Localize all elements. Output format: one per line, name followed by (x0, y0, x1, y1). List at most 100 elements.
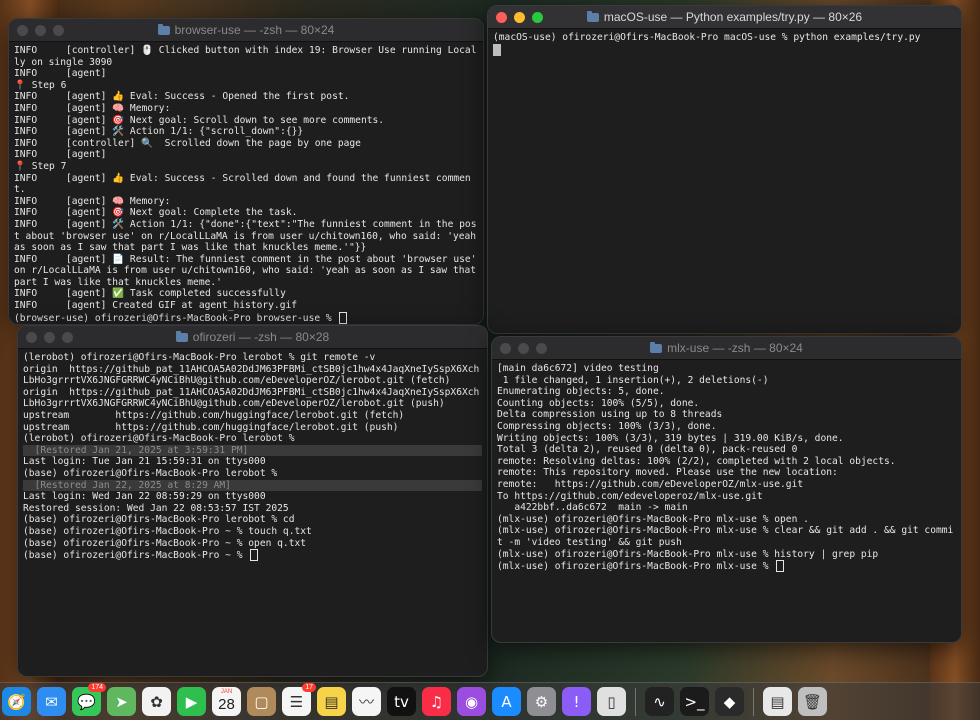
traffic-lights[interactable] (500, 343, 547, 354)
terminal-window-browser-use[interactable]: browser-use — -zsh — 80×24 INFO [control… (8, 18, 484, 325)
freeform-icon[interactable]: 〰 (352, 687, 381, 716)
document-icon[interactable]: ▤ (763, 687, 792, 716)
dock: 🧭 ✉ 💬 174 ➤ ✿ ▶ JAN 28 ▢ ☰ 17 ▤ 〰 tv ♫ ◉ A ⚙! ▯ ∿ >_ ◆ ▤ 🗑 (0, 682, 980, 720)
terminal-cursor-line[interactable] (493, 43, 956, 57)
close-button[interactable] (496, 12, 507, 23)
appstore-icon[interactable]: A (492, 687, 521, 716)
text-cursor (250, 549, 259, 562)
terminal-line: (macOS-use) ofirozeri@Ofirs-MacBook-Pro … (493, 32, 921, 43)
zoom-button[interactable] (532, 12, 543, 23)
restored-session-banner: [Restored Jan 22, 2025 at 8:29 AM] (23, 479, 482, 492)
terminal-prompt[interactable]: (base) ofirozeri@Ofirs-MacBook-Pro ~ % (23, 549, 482, 562)
terminal-output[interactable]: (macOS-use) ofirozeri@Ofirs-MacBook-Pro … (488, 29, 961, 59)
photos-icon[interactable]: ✿ (142, 687, 171, 716)
terminal-line: Restored session: Wed Jan 22 08:53:57 IS… (23, 502, 289, 514)
text-cursor (339, 311, 348, 324)
zoom-button[interactable] (62, 332, 73, 343)
feedback-icon[interactable]: ! (562, 687, 591, 716)
dock-glyph: ➤ (115, 692, 128, 711)
terminal-icon[interactable]: >_ (680, 687, 709, 716)
appletv-icon[interactable]: tv (387, 687, 416, 716)
terminal-line: To https://github.com/edeveloperoz/mlx-u… (497, 490, 763, 502)
dock-glyph: ✉ (45, 692, 58, 711)
close-button[interactable] (17, 25, 28, 36)
notification-badge: 174 (88, 683, 106, 692)
terminal-line: Last login: Wed Jan 22 08:59:29 on ttys0… (23, 491, 266, 503)
terminal-line: Enumerating objects: 5, done. (497, 386, 665, 398)
terminal-output[interactable]: INFO [controller] 🖱️ Clicked button with… (9, 42, 483, 324)
finder-app-icon[interactable]: ▢ (247, 687, 276, 716)
terminal-line: Compressing objects: 100% (3/3), done. (497, 420, 717, 432)
window-titlebar[interactable]: browser-use — -zsh — 80×24 (9, 19, 483, 42)
terminal-line: origin https://github_pat_11AHCOA5A02DdJ… (23, 363, 480, 387)
terminal-line: 1 file changed, 1 insertion(+), 2 deleti… (497, 374, 769, 386)
terminal-line: INFO [agent] 🎯 Next goal: Scroll down to… (14, 114, 385, 126)
terminal-line: (lerobot) ofirozeri@Ofirs-MacBook-Pro le… (23, 433, 295, 445)
dock-glyph: 〰 (358, 693, 374, 711)
terminal-line: INFO [agent] 🛠️ Action 1/1: {"scroll_dow… (14, 126, 304, 138)
terminal-output[interactable]: [main da6c672] video testing 1 file chan… (492, 360, 961, 576)
window-title: mlx-use — -zsh — 80×24 (650, 341, 803, 355)
dock-glyph: ♫ (429, 692, 444, 711)
window-titlebar[interactable]: ofirozeri — -zsh — 80×28 (18, 326, 487, 349)
terminal-line: (mlx-use) ofirozeri@Ofirs-MacBook-Pro ml… (497, 525, 954, 548)
prompt-text: (mlx-use) ofirozeri@Ofirs-MacBook-Pro ml… (497, 561, 775, 573)
reminders-icon[interactable]: ☰ 17 (282, 683, 316, 716)
terminal-line: upstream https://github.com/huggingface/… (23, 409, 405, 421)
minimize-button[interactable] (44, 332, 55, 343)
iphone-mirroring-icon[interactable]: ▯ (597, 687, 626, 716)
terminal-line: (base) ofirozeri@Ofirs-MacBook-Pro ~ % t… (23, 525, 312, 537)
terminal-line: Delta compression using up to 8 threads (497, 409, 723, 421)
window-titlebar[interactable]: macOS-use — Python examples/try.py — 80×… (488, 6, 961, 29)
terminal-prompt[interactable]: (browser-use) ofirozeri@Ofirs-MacBook-Pr… (14, 311, 478, 324)
mail-icon[interactable]: ✉ (37, 687, 66, 716)
close-button[interactable] (500, 343, 511, 354)
terminal-line: Total 3 (delta 2), reused 0 (delta 0), p… (497, 444, 798, 456)
traffic-lights[interactable] (496, 12, 543, 23)
dock-glyph: 💬 (77, 692, 96, 711)
facetime-icon[interactable]: ▶ (177, 687, 206, 716)
minimize-button[interactable] (35, 25, 46, 36)
folder-icon (157, 23, 170, 35)
safari-icon[interactable]: 🧭 (2, 687, 31, 716)
dock-glyph: 🗑 (802, 692, 823, 711)
terminal-window-macos-use[interactable]: macOS-use — Python examples/try.py — 80×… (487, 5, 962, 334)
trash-icon[interactable]: 🗑 (798, 687, 827, 716)
dock-glyph: ▤ (770, 692, 785, 711)
music-icon[interactable]: ♫ (422, 687, 451, 716)
traffic-lights[interactable] (26, 332, 73, 343)
dock-glyph: ☰ (289, 692, 304, 711)
minimize-button[interactable] (514, 12, 525, 23)
settings-icon[interactable]: ⚙ (527, 687, 556, 716)
activity-monitor-icon[interactable]: ∿ (645, 687, 674, 716)
zoom-button[interactable] (53, 25, 64, 36)
zoom-button[interactable] (536, 343, 547, 354)
dock-glyph: ▯ (607, 692, 616, 711)
notes-icon[interactable]: ▤ (317, 687, 346, 716)
terminal-line: remote: Resolving deltas: 100% (2/2), co… (497, 455, 896, 467)
calendar-icon[interactable]: JAN 28 (212, 687, 241, 716)
terminal-line: INFO [agent] 🧠 Memory: (14, 102, 171, 114)
terminal-line: INFO [agent] Created GIF at agent_histor… (14, 300, 298, 312)
terminal-line: INFO [agent] 🧠 Memory: (14, 195, 171, 207)
cursor-app-icon[interactable]: ◆ (715, 687, 744, 716)
terminal-line: Writing objects: 100% (3/3), 319 bytes |… (497, 432, 844, 444)
close-button[interactable] (26, 332, 37, 343)
calendar-day: 28 (218, 696, 235, 713)
terminal-window-mlx-use[interactable]: mlx-use — -zsh — 80×24 [main da6c672] vi… (491, 336, 962, 643)
text-cursor (493, 43, 501, 56)
maps-icon[interactable]: ➤ (107, 687, 136, 716)
messages-icon[interactable]: 💬 174 (72, 683, 106, 716)
traffic-lights[interactable] (17, 25, 64, 36)
minimize-button[interactable] (518, 343, 529, 354)
window-titlebar[interactable]: mlx-use — -zsh — 80×24 (492, 337, 961, 360)
terminal-window-ofirozeri[interactable]: ofirozeri — -zsh — 80×28 (lerobot) ofiro… (17, 325, 488, 677)
terminal-output[interactable]: (lerobot) ofirozeri@Ofirs-MacBook-Pro le… (18, 349, 487, 565)
terminal-prompt[interactable]: (mlx-use) ofirozeri@Ofirs-MacBook-Pro ml… (497, 560, 956, 573)
terminal-line: 📍 Step 6 (14, 79, 67, 91)
dock-glyph: ⚙ (534, 692, 549, 711)
podcasts-icon[interactable]: ◉ (457, 687, 486, 716)
calendar-month: JAN (220, 689, 233, 695)
prompt-text: (browser-use) ofirozeri@Ofirs-MacBook-Pr… (14, 312, 338, 324)
dock-glyph: ▢ (254, 692, 269, 711)
